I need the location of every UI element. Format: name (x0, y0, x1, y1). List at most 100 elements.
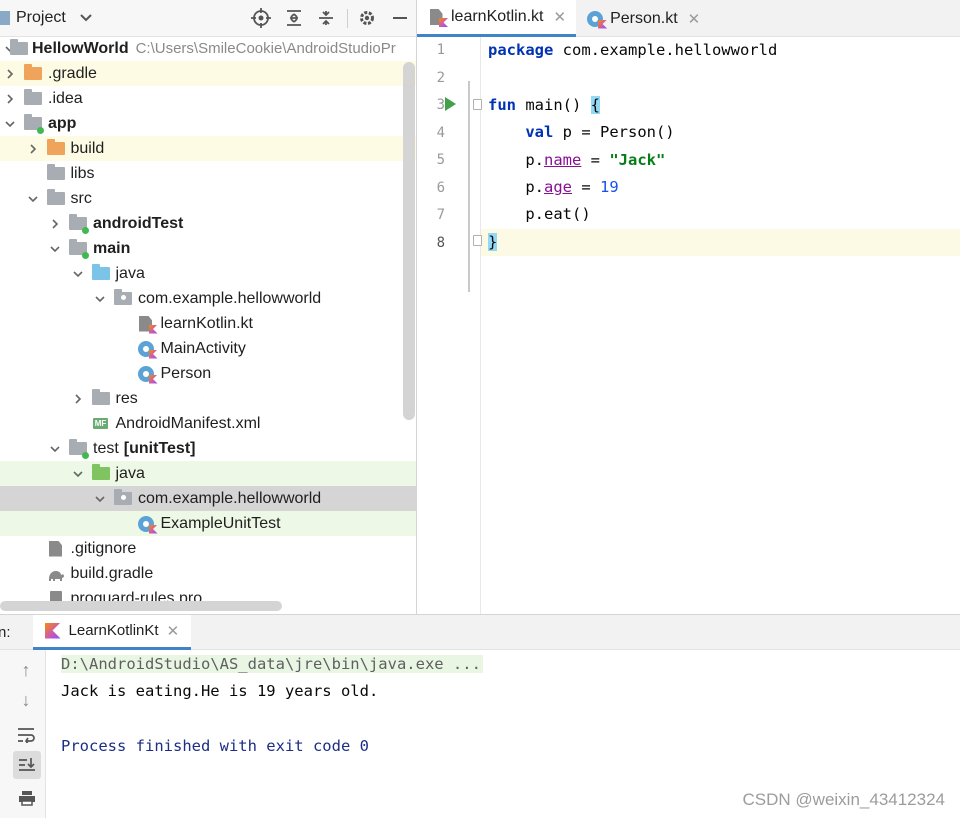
chevron-down-icon[interactable] (4, 118, 16, 130)
run-tab-label: LearnKotlinKt (68, 622, 159, 639)
expand-all-icon[interactable] (283, 7, 305, 29)
close-icon[interactable]: ✕ (688, 10, 701, 28)
tree-item-label: .gitignore (70, 539, 137, 557)
collapse-all-icon[interactable] (315, 7, 337, 29)
tree-item-label: libs (70, 164, 95, 182)
kotlin-file-icon (427, 9, 448, 27)
manifest-file-icon: MF (92, 418, 109, 429)
locate-icon[interactable] (250, 7, 272, 29)
code-editor: learnKotlin.kt ✕ Person.kt ✕ 1 2 3 4 5 6 7 8 packa… (417, 0, 960, 614)
console-text: Jack is eating.He is 19 years old. (61, 682, 379, 701)
tree-horizontal-scrollbar[interactable] (0, 601, 282, 611)
close-icon[interactable]: ✕ (167, 622, 180, 640)
tree-item[interactable]: test [unitTest] (0, 436, 416, 461)
print-icon[interactable] (13, 784, 41, 812)
close-icon[interactable]: ✕ (554, 8, 567, 26)
tree-item[interactable]: .gradle (0, 61, 416, 86)
code-token: } (488, 232, 498, 251)
code-token: package (488, 41, 554, 59)
chevron-right-icon[interactable] (49, 218, 61, 230)
code-token: p = Person() (553, 123, 675, 142)
tree-item[interactable]: main (0, 236, 416, 261)
tree-item[interactable]: java (0, 261, 416, 286)
tree-item[interactable]: build (0, 136, 416, 161)
chevron-down-icon[interactable] (72, 268, 84, 280)
console-line: D:\AndroidStudio\AS_data\jre\bin\java.ex… (61, 651, 483, 677)
arrow-up-icon[interactable]: ↑ (12, 656, 40, 684)
grey-folder-icon (24, 89, 42, 107)
code-line: } (488, 229, 498, 256)
scroll-to-end-icon[interactable] (13, 751, 41, 779)
editor-tab[interactable]: learnKotlin.kt ✕ (417, 0, 577, 37)
code-area[interactable]: package com.example.hellowworld fun main(… (481, 37, 960, 614)
project-tool-window: Project HellowWorld C:\Users\SmileCookie… (0, 0, 417, 614)
gear-icon[interactable] (356, 7, 378, 29)
soft-wrap-icon[interactable] (12, 721, 40, 749)
minimize-icon[interactable] (389, 7, 411, 29)
tree-item-label: java (115, 264, 145, 282)
tree-item-label: src (70, 189, 92, 207)
code-token: "Jack" (609, 150, 666, 169)
chevron-right-icon[interactable] (27, 143, 39, 155)
line-number: 3 (436, 97, 445, 113)
code-token: age (544, 178, 572, 196)
project-toolbar: Project (0, 0, 416, 37)
root-label: HellowWorld (32, 39, 129, 57)
tree-item[interactable]: src (0, 186, 416, 211)
chevron-down-icon[interactable] (72, 468, 84, 480)
watermark: CSDN @weixin_43412324 (742, 790, 945, 809)
chevron-down-icon[interactable] (49, 443, 61, 455)
arrow-down-icon[interactable]: ↓ (12, 686, 40, 714)
code-token: p. (488, 178, 544, 196)
tree-item[interactable]: MF AndroidManifest.xml (0, 411, 416, 436)
editor-tab[interactable]: Person.kt ✕ (576, 0, 710, 37)
tree-item[interactable]: app (0, 111, 416, 136)
code-token: { (590, 95, 600, 114)
chevron-right-icon[interactable] (4, 68, 16, 80)
line-number: 7 (436, 207, 445, 223)
tree-vertical-scrollbar[interactable] (403, 62, 415, 420)
gutter-bracket-line (468, 81, 470, 292)
tree-root-hellowworld[interactable]: HellowWorld C:\Users\SmileCookie\Android… (0, 36, 416, 61)
chevron-down-icon[interactable] (27, 193, 39, 205)
tree-item[interactable]: com.example.hellowworld (0, 286, 416, 311)
tree-item[interactable]: Person (0, 361, 416, 386)
tree-item-label: androidTest (93, 214, 184, 232)
tree-item[interactable]: androidTest (0, 211, 416, 236)
code-token: 19 (600, 178, 619, 196)
run-gutter-icon[interactable] (445, 97, 456, 111)
tree-item[interactable]: MainActivity (0, 336, 416, 361)
editor-gutter: 1 2 3 4 5 6 7 8 (417, 37, 482, 614)
tree-item[interactable]: ExampleUnitTest (0, 511, 416, 536)
code-line: package com.example.hellowworld (488, 37, 777, 64)
code-token: fun (488, 95, 516, 114)
tree-item[interactable]: build.gradle (0, 561, 416, 586)
code-token: name (544, 150, 582, 169)
tree-item[interactable]: learnKotlin.kt (0, 311, 416, 336)
code-token: p.eat() (488, 205, 591, 224)
chevron-down-icon[interactable] (94, 493, 106, 505)
tree-item[interactable]: com.example.hellowworld (0, 486, 416, 511)
run-tab-learnkotlinkt[interactable]: LearnKotlinKt ✕ (32, 614, 192, 650)
tree-item[interactable]: res (0, 386, 416, 411)
tree-item[interactable]: .gitignore (0, 536, 416, 561)
chevron-down-icon[interactable] (49, 243, 61, 255)
module-folder-icon (69, 439, 89, 459)
chevron-down-icon (80, 9, 92, 27)
tree-item-label: com.example.hellowworld (138, 489, 322, 507)
chevron-right-icon[interactable] (4, 93, 16, 105)
chevron-down-icon[interactable] (94, 293, 106, 305)
tree-item[interactable]: java (0, 461, 416, 486)
project-view-selector[interactable]: Project (0, 9, 92, 27)
editor-tab-bar: learnKotlin.kt ✕ Person.kt ✕ (417, 0, 960, 37)
line-number: 2 (436, 69, 445, 86)
tree-item[interactable]: .idea (0, 86, 416, 111)
chevron-right-icon[interactable] (72, 393, 84, 405)
kotlin-file-icon (137, 315, 158, 334)
tree-item[interactable]: libs (0, 161, 416, 186)
